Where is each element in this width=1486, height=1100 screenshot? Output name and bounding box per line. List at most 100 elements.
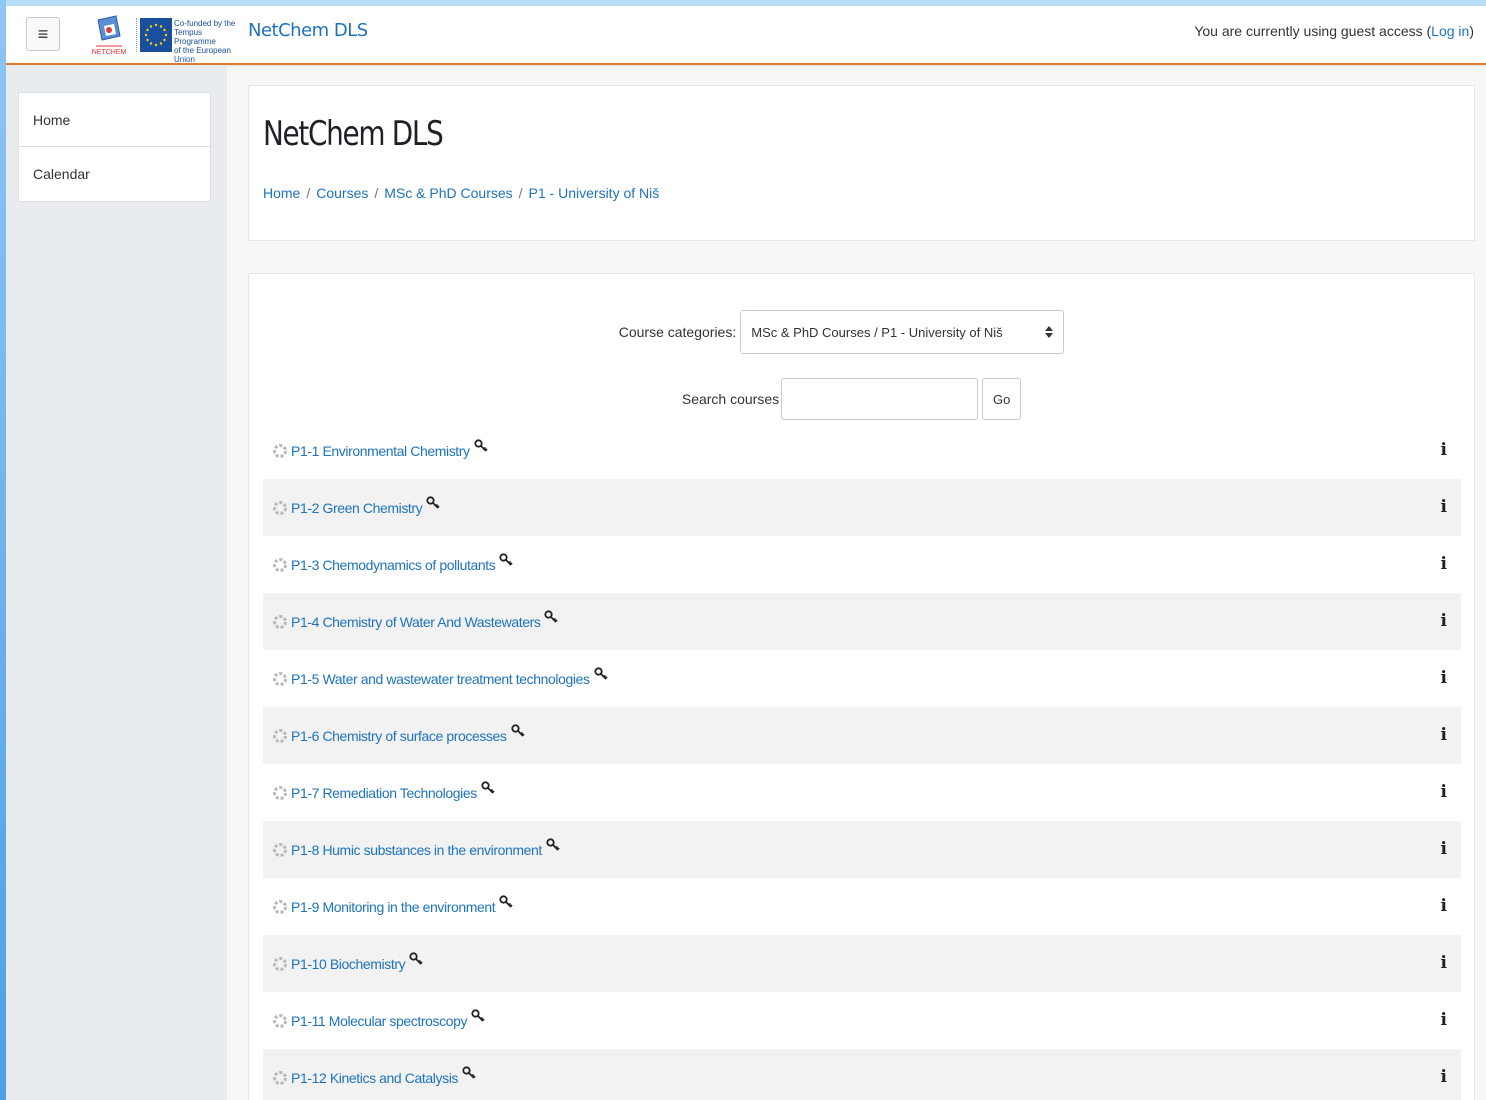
course-info-icon[interactable]: i: [1441, 611, 1447, 631]
course-link[interactable]: P1-9 Monitoring in the environment: [291, 899, 496, 915]
breadcrumb-courses[interactable]: Courses: [316, 185, 368, 201]
guest-key-icon: [499, 894, 513, 908]
course-row: P1-6 Chemistry of surface processes i: [263, 707, 1461, 764]
course-link[interactable]: P1-11 Molecular spectroscopy: [291, 1013, 467, 1029]
category-selector-row: Course categories: MSc & PhD Courses / P…: [249, 310, 1474, 354]
sidebar-nav: Home Calendar: [18, 92, 211, 202]
course-info-icon[interactable]: i: [1441, 668, 1447, 688]
search-go-button[interactable]: Go: [982, 378, 1022, 420]
netchem-logo-text: NETCHEM: [92, 49, 127, 56]
course-placeholder-icon: [273, 443, 287, 458]
window-frame-top: [0, 0, 1486, 6]
guest-key-icon: [510, 723, 525, 737]
course-link[interactable]: P1-3 Chemodynamics of pollutants: [291, 557, 496, 573]
course-row: P1-8 Humic substances in the environment…: [263, 821, 1461, 878]
eu-flag-icon: [140, 18, 172, 52]
course-placeholder-icon: [273, 899, 287, 914]
sidebar-item-calendar[interactable]: Calendar: [19, 147, 210, 201]
eu-line: Co-funded by the: [174, 19, 236, 28]
course-link[interactable]: P1-7 Remediation Technologies: [291, 785, 477, 801]
course-row: P1-7 Remediation Technologies i: [263, 764, 1461, 821]
course-info-icon[interactable]: i: [1441, 554, 1447, 574]
guest-key-icon: [546, 837, 560, 851]
page-header: NetChem DLS Home / Courses / MSc & PhD C…: [248, 85, 1475, 241]
login-link[interactable]: Log in: [1431, 23, 1469, 39]
course-row: P1-5 Water and wastewater treatment tech…: [263, 650, 1461, 707]
breadcrumb-separator: /: [374, 185, 379, 201]
guest-key-icon: [471, 1008, 485, 1022]
course-info-icon[interactable]: i: [1441, 1067, 1447, 1087]
course-info-icon[interactable]: i: [1441, 953, 1447, 973]
category-label: Course categories:: [618, 324, 737, 340]
guest-key-icon: [544, 609, 559, 623]
guest-access-text: You are currently using guest access (: [1194, 23, 1432, 39]
course-row: P1-11 Molecular spectroscopy i: [263, 992, 1461, 1049]
guest-key-icon: [409, 951, 423, 965]
breadcrumb-separator: /: [306, 185, 311, 201]
guest-key-icon: [593, 666, 608, 680]
course-info-icon[interactable]: i: [1441, 497, 1447, 517]
select-updown-icon: [1045, 326, 1054, 338]
course-row: P1-4 Chemistry of Water And Wastewaters …: [263, 593, 1461, 650]
search-courses-input[interactable]: [781, 378, 979, 420]
eu-cofunding-text: Co-funded by the Tempus Programme of the…: [174, 19, 244, 64]
guest-access-close: ): [1469, 23, 1474, 39]
course-link[interactable]: P1-5 Water and wastewater treatment tech…: [291, 671, 590, 687]
guest-access-notice: You are currently using guest access (Lo…: [1194, 23, 1474, 39]
guest-key-icon: [462, 1065, 476, 1079]
page-title: NetChem DLS: [263, 114, 444, 154]
eu-line: Tempus Programme: [174, 28, 216, 46]
course-link[interactable]: P1-2 Green Chemistry: [291, 500, 423, 516]
course-link[interactable]: P1-8 Humic substances in the environment: [291, 842, 542, 858]
netchem-logo[interactable]: NETCHEM: [86, 12, 132, 58]
course-placeholder-icon: [273, 1070, 287, 1085]
course-link[interactable]: P1-6 Chemistry of surface processes: [291, 728, 507, 744]
course-link[interactable]: P1-12 Kinetics and Catalysis: [291, 1070, 458, 1086]
breadcrumb-msc-phd-courses[interactable]: MSc & PhD Courses: [384, 185, 512, 201]
logo-divider: [136, 18, 137, 52]
course-placeholder-icon: [273, 956, 287, 971]
breadcrumb-separator: /: [518, 185, 523, 201]
course-placeholder-icon: [273, 785, 287, 800]
course-placeholder-icon: [273, 500, 287, 515]
course-info-icon[interactable]: i: [1441, 440, 1447, 460]
course-placeholder-icon: [273, 842, 287, 857]
course-placeholder-icon: [273, 671, 287, 686]
course-info-icon[interactable]: i: [1441, 782, 1447, 802]
sidebar-item-home[interactable]: Home: [19, 93, 210, 147]
course-placeholder-icon: [273, 728, 287, 743]
course-list: P1-1 Environmental Chemistry i P1-2 Gree…: [263, 422, 1461, 1100]
course-info-icon[interactable]: i: [1441, 725, 1447, 745]
guest-key-icon: [426, 495, 440, 509]
course-info-icon[interactable]: i: [1441, 839, 1447, 859]
window-frame-left: [0, 0, 6, 1100]
course-link[interactable]: P1-1 Environmental Chemistry: [291, 443, 470, 459]
course-search-row: Search courses Go: [249, 378, 1474, 420]
menu-toggle-button[interactable]: ≡: [26, 17, 60, 51]
course-placeholder-icon: [273, 557, 287, 572]
course-link[interactable]: P1-4 Chemistry of Water And Wastewaters: [291, 614, 541, 630]
guest-key-icon: [499, 552, 513, 566]
hamburger-icon: ≡: [37, 23, 49, 44]
course-placeholder-icon: [273, 1013, 287, 1028]
course-row: P1-3 Chemodynamics of pollutants i: [263, 536, 1461, 593]
course-category-panel: Course categories: MSc & PhD Courses / P…: [248, 273, 1475, 1100]
site-brand-link[interactable]: NetChem DLS: [248, 20, 368, 41]
breadcrumb-home[interactable]: Home: [263, 185, 300, 201]
course-row: P1-12 Kinetics and Catalysis i: [263, 1049, 1461, 1100]
category-select[interactable]: MSc & PhD Courses / P1 - University of N…: [740, 310, 1065, 354]
course-row: P1-1 Environmental Chemistry i: [263, 422, 1461, 479]
course-info-icon[interactable]: i: [1441, 1010, 1447, 1030]
course-row: P1-2 Green Chemistry i: [263, 479, 1461, 536]
course-link[interactable]: P1-10 Biochemistry: [291, 956, 406, 972]
course-info-icon[interactable]: i: [1441, 896, 1447, 916]
breadcrumb-university-nis[interactable]: P1 - University of Niš: [529, 185, 660, 201]
eu-line: of the European Union: [174, 46, 231, 64]
course-row: P1-10 Biochemistry i: [263, 935, 1461, 992]
guest-key-icon: [474, 438, 488, 452]
category-selected-value: MSc & PhD Courses / P1 - University of N…: [751, 324, 1003, 340]
breadcrumb: Home / Courses / MSc & PhD Courses / P1 …: [263, 185, 659, 201]
search-courses-label: Search courses: [681, 391, 780, 407]
guest-key-icon: [481, 780, 495, 794]
top-navbar: ≡ NETCHEM Co-funded by the Tempus Progra…: [6, 6, 1486, 65]
